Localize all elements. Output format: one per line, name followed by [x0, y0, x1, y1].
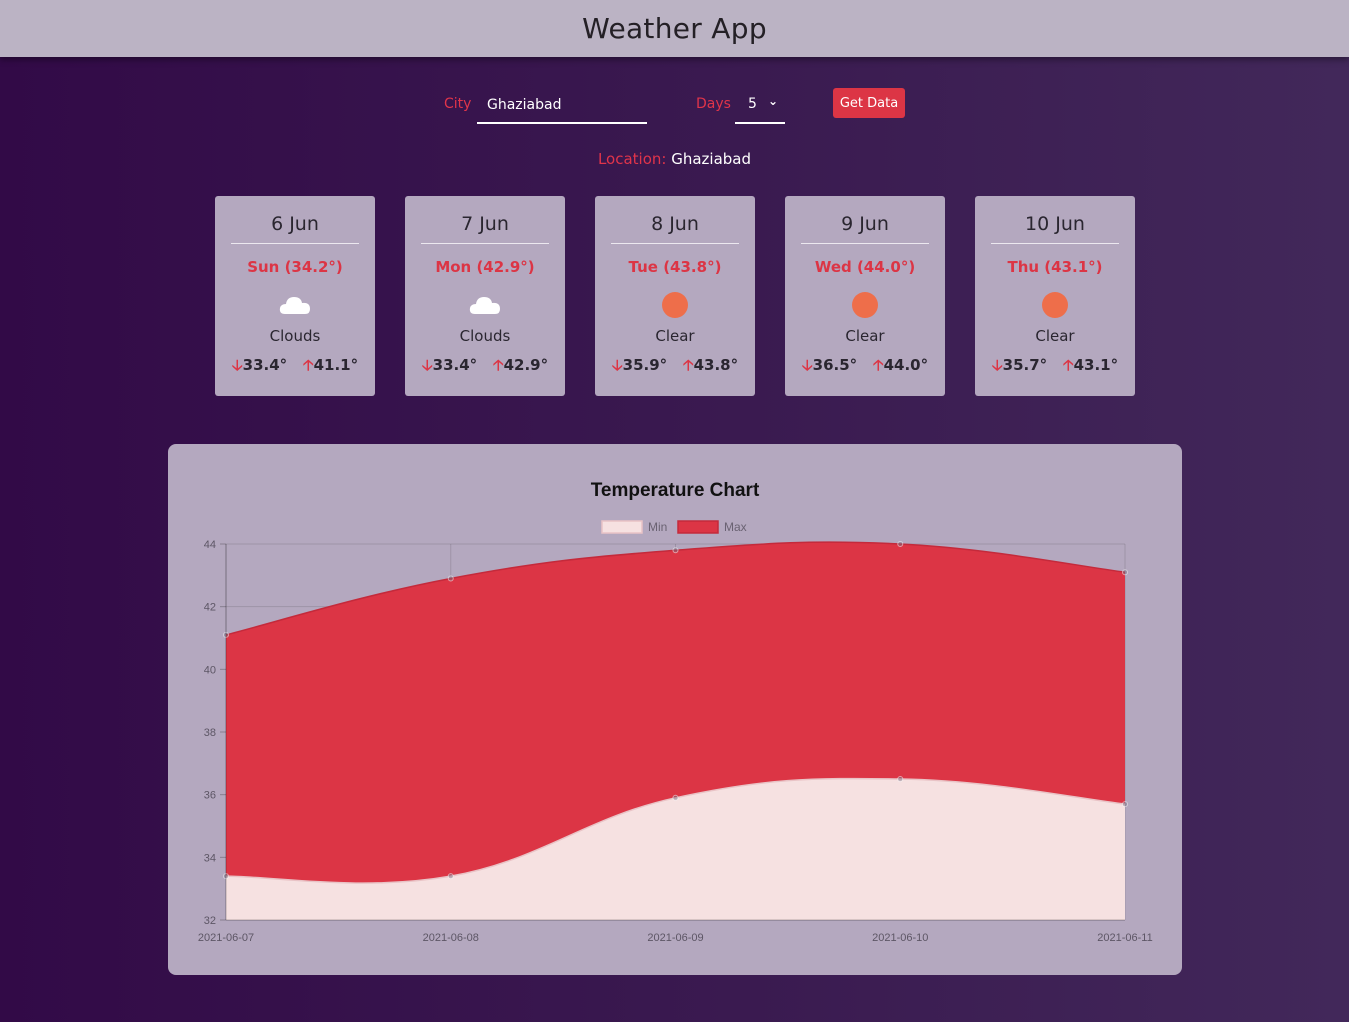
- chevron-down-icon: ⌄: [768, 94, 779, 108]
- card-max: 43.8°: [693, 356, 739, 374]
- x-tick-label: 2021-06-07: [198, 932, 254, 944]
- card-condition: Clouds: [459, 327, 511, 345]
- header-bar: Weather App: [0, 0, 1349, 57]
- card-divider: [421, 243, 549, 244]
- forecast-card: 8 Jun Tue (43.8°) Clear 🡣35.9° 🡡43.8°: [595, 196, 755, 396]
- card-minmax: 🡣33.4° 🡡41.1°: [215, 355, 375, 380]
- forecast-card: 7 Jun Mon (42.9°) Clouds 🡣33.4° 🡡42.9°: [405, 196, 565, 396]
- card-max: 41.1°: [313, 356, 359, 374]
- forecast-card: 10 Jun Thu (43.1°) Clear 🡣35.7° 🡡43.1°: [975, 196, 1135, 396]
- days-label: Days: [696, 96, 731, 112]
- arrow-down-icon: 🡣: [991, 356, 1003, 374]
- card-max: 42.9°: [503, 356, 549, 374]
- chart-title: Temperature Chart: [591, 480, 760, 501]
- card-date: 7 Jun: [461, 213, 509, 235]
- card-min: 36.5°: [812, 356, 858, 374]
- cloud-icon: [405, 290, 565, 320]
- get-data-button[interactable]: Get Data: [833, 88, 905, 118]
- y-tick-label: 32: [204, 915, 216, 927]
- x-tick-label: 2021-06-10: [872, 932, 928, 944]
- location-label: Location:: [597, 150, 667, 168]
- cloud-icon: [215, 290, 375, 320]
- data-point-min: [1122, 801, 1128, 808]
- y-tick-label: 36: [204, 790, 216, 802]
- data-point-min: [672, 794, 679, 801]
- x-tick-label: 2021-06-09: [647, 932, 703, 944]
- card-divider: [801, 243, 929, 244]
- arrow-up-icon: 🡡: [492, 356, 504, 374]
- data-point-min: [897, 776, 904, 782]
- app-title: Weather App: [582, 12, 767, 45]
- y-tick-label: 42: [204, 602, 216, 614]
- data-point-min: [447, 873, 454, 880]
- card-day: Mon (42.9°): [435, 258, 535, 276]
- arrow-up-icon: 🡡: [872, 356, 884, 374]
- temperature-chart-panel: 32 34 36 38 40 42 44 2021-06-07 2021-06-08 2021-0…: [168, 444, 1182, 975]
- card-day: Tue (43.8°): [628, 258, 722, 276]
- card-date: 9 Jun: [841, 213, 889, 235]
- location-line: Location: Ghaziabad: [0, 150, 1349, 168]
- forecast-card: 9 Jun Wed (44.0°) Clear 🡣36.5° 🡡44.0°: [785, 196, 945, 396]
- card-max: 44.0°: [883, 356, 929, 374]
- legend-swatch-max: [677, 520, 719, 534]
- card-day: Thu (43.1°): [1007, 258, 1103, 276]
- y-tick-label: 38: [204, 727, 216, 739]
- card-date: 10 Jun: [1025, 213, 1085, 235]
- arrow-up-icon: 🡡: [682, 356, 694, 374]
- city-input[interactable]: [477, 88, 647, 124]
- data-point-max: [897, 541, 904, 547]
- sun-icon: [975, 290, 1135, 320]
- card-condition: Clear: [845, 327, 885, 345]
- card-min: 35.9°: [622, 356, 668, 374]
- data-point-max: [672, 547, 679, 554]
- card-condition: Clear: [1035, 327, 1075, 345]
- days-select-value: 5: [748, 96, 757, 112]
- x-tick-label: 2021-06-08: [423, 932, 479, 944]
- arrow-down-icon: 🡣: [801, 356, 813, 374]
- x-tick-label: 2021-06-11: [1097, 932, 1152, 944]
- card-divider: [231, 243, 359, 244]
- card-min: 33.4°: [432, 356, 478, 374]
- card-date: 6 Jun: [271, 213, 319, 235]
- arrow-down-icon: 🡣: [421, 356, 433, 374]
- card-min: 35.7°: [1002, 356, 1048, 374]
- arrow-down-icon: 🡣: [231, 356, 243, 374]
- location-value: Ghaziabad: [671, 150, 752, 168]
- card-day: Sun (34.2°): [247, 258, 343, 276]
- card-divider: [991, 243, 1119, 244]
- legend-swatch-min: [601, 520, 643, 534]
- arrow-up-icon: 🡡: [302, 356, 314, 374]
- card-minmax: 🡣36.5° 🡡44.0°: [785, 355, 945, 380]
- data-point-max: [447, 575, 454, 582]
- data-point-max: [1122, 569, 1128, 576]
- card-min: 33.4°: [242, 356, 288, 374]
- temperature-chart: 32 34 36 38 40 42 44 2021-06-07 2021-06-08 2021-0…: [198, 480, 1153, 944]
- legend-label-max: Max: [724, 520, 747, 534]
- card-day: Wed (44.0°): [814, 258, 916, 276]
- card-minmax: 🡣33.4° 🡡42.9°: [405, 355, 565, 380]
- card-minmax: 🡣35.7° 🡡43.1°: [975, 355, 1135, 380]
- card-condition: Clouds: [269, 327, 321, 345]
- city-label: City: [444, 96, 472, 112]
- sun-icon: [595, 290, 755, 320]
- card-divider: [611, 243, 739, 244]
- card-max: 43.1°: [1073, 356, 1119, 374]
- search-form: City Days 5 ⌄ Get Data: [0, 86, 1349, 126]
- arrow-down-icon: 🡣: [611, 356, 623, 374]
- sun-icon: [785, 290, 945, 320]
- forecast-card: 6 Jun Sun (34.2°) Clouds 🡣33.4° 🡡41.1°: [215, 196, 375, 396]
- card-condition: Clear: [655, 327, 695, 345]
- legend-label-min: Min: [648, 520, 667, 534]
- y-tick-label: 34: [204, 852, 216, 864]
- y-tick-label: 44: [204, 539, 216, 551]
- y-tick-label: 40: [204, 664, 216, 676]
- card-date: 8 Jun: [651, 213, 699, 235]
- arrow-up-icon: 🡡: [1062, 356, 1074, 374]
- days-select[interactable]: 5 ⌄: [735, 88, 785, 124]
- card-minmax: 🡣35.9° 🡡43.8°: [595, 355, 755, 380]
